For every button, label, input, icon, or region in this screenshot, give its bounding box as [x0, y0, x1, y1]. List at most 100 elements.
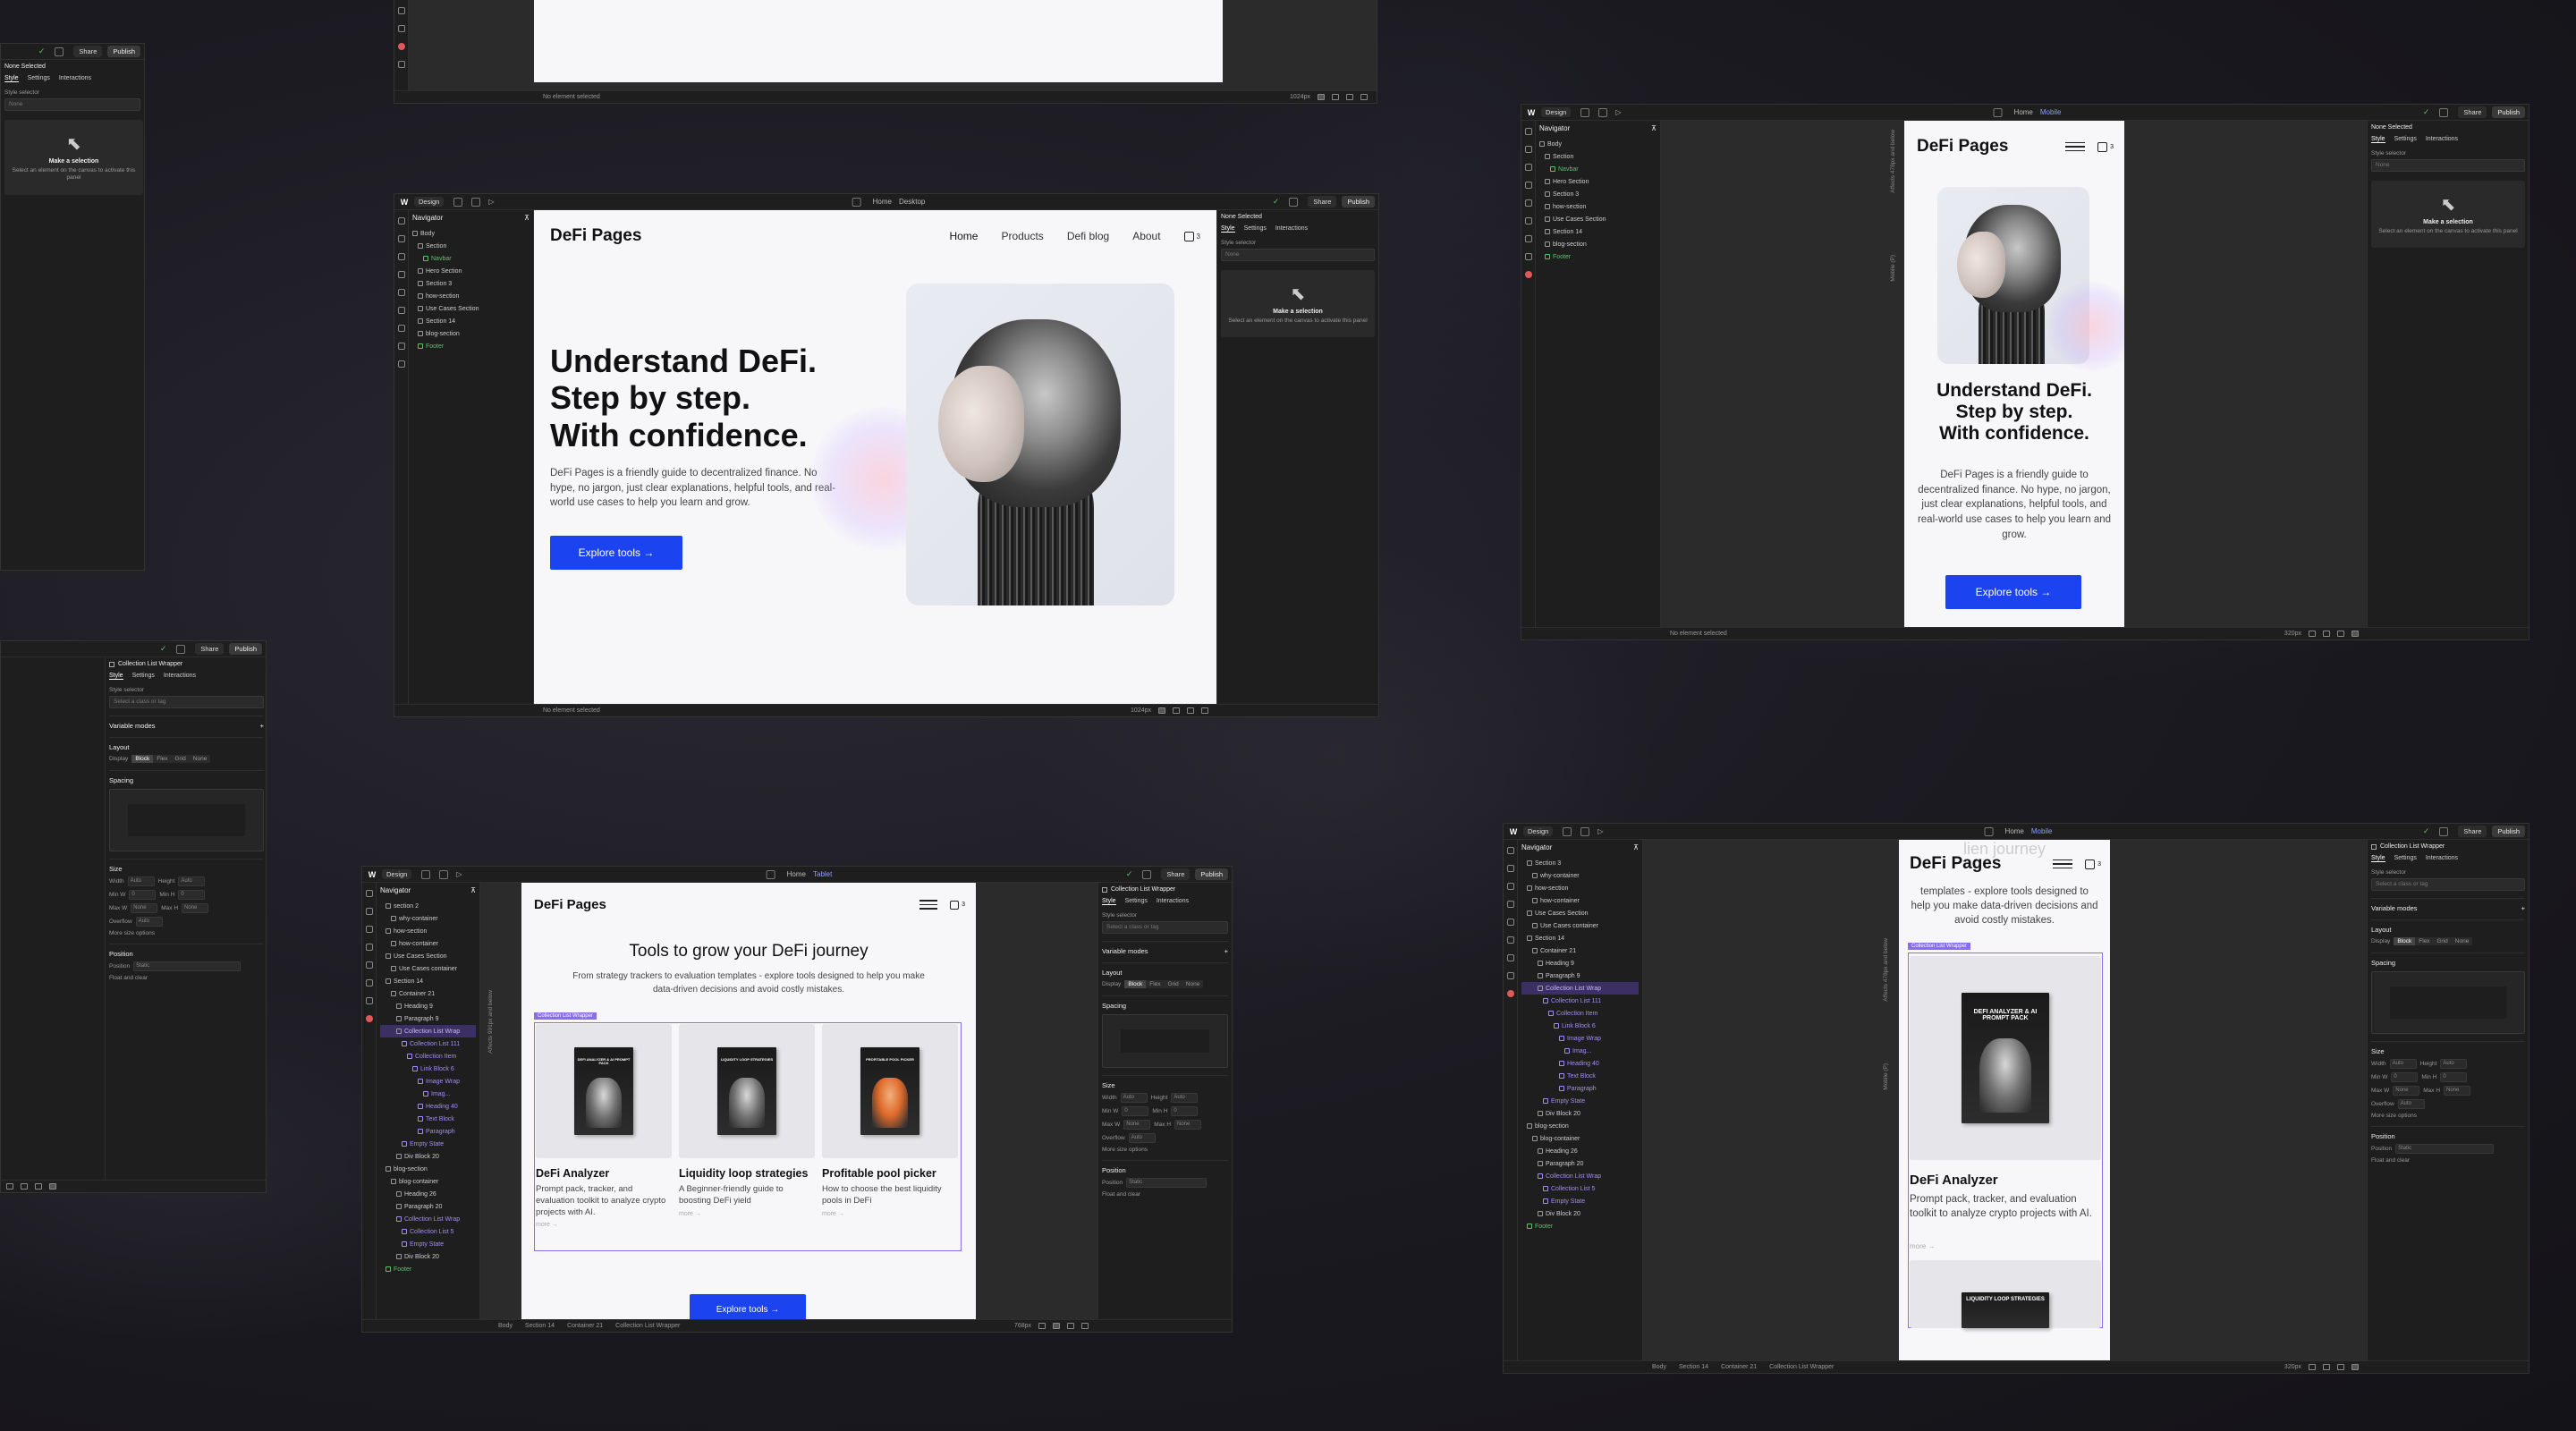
assets-icon[interactable] [397, 325, 405, 332]
breakpoint-landscape-icon[interactable] [2337, 1364, 2344, 1370]
variables-icon[interactable] [1506, 919, 1514, 926]
cart-icon[interactable]: 3 [950, 900, 965, 910]
navigator-icon[interactable] [1506, 883, 1514, 890]
play-icon[interactable]: ▷ [1597, 827, 1603, 835]
nav-tree-item[interactable]: Collection List 111 [380, 1037, 476, 1050]
breakpoint-label[interactable]: Tablet [813, 870, 832, 878]
breakpoint-desktop-icon[interactable] [2309, 631, 2316, 637]
globe-icon[interactable] [1984, 826, 1994, 836]
nav-tree-item[interactable]: why-container [1521, 869, 1639, 882]
components-icon[interactable] [365, 944, 373, 951]
display-toggle[interactable]: Block Flex Grid None [131, 755, 211, 763]
nav-link-blog[interactable]: Defi blog [1067, 230, 1109, 242]
menu-icon[interactable] [919, 900, 938, 910]
pin-icon[interactable]: ⊼ [1633, 843, 1639, 851]
pin-icon[interactable]: ⊼ [1651, 124, 1657, 132]
webflow-logo-icon[interactable]: W [362, 870, 382, 879]
more-size-row[interactable]: More size options [2371, 1113, 2525, 1119]
tab-interactions[interactable]: Interactions [164, 673, 196, 680]
pin-icon[interactable]: ⊼ [470, 886, 476, 894]
styles-icon[interactable] [397, 307, 405, 314]
nav-tree-item[interactable]: how-section [412, 290, 530, 302]
product-card[interactable]: LIQUIDITY LOOP STRATEGIES Liquidity loop … [679, 1024, 815, 1248]
record-icon[interactable] [365, 1015, 373, 1022]
class-input[interactable]: Select a class or tag [1102, 921, 1228, 934]
nav-tree-item[interactable]: Footer [380, 1263, 476, 1275]
comment-icon[interactable] [55, 47, 64, 56]
collection-list-wrapper-tag[interactable]: Collection List Wrapper [534, 1012, 597, 1020]
assets-icon[interactable] [1506, 954, 1514, 961]
display-toggle[interactable]: Block Flex Grid None [2394, 937, 2473, 945]
globe-icon[interactable] [766, 869, 775, 879]
comment-icon[interactable] [1142, 869, 1152, 879]
nav-tree-item[interactable]: Paragraph 20 [1521, 1157, 1639, 1170]
breadcrumb-item[interactable]: Container 21 [1721, 1364, 1757, 1370]
breakpoint-label[interactable]: Mobile [2031, 827, 2053, 835]
pages-icon[interactable] [1506, 865, 1514, 872]
nav-tree-item[interactable]: Section 14 [1521, 932, 1639, 944]
navigator-icon[interactable] [397, 253, 405, 260]
nav-tree-item[interactable]: Section 3 [412, 277, 530, 290]
breakpoint-mobile-icon[interactable] [1201, 707, 1208, 714]
styles-icon[interactable] [1524, 217, 1532, 224]
page-selector[interactable]: Home [787, 870, 806, 878]
breakpoint-label[interactable]: Mobile [2040, 108, 2062, 116]
product-card[interactable]: PROFITABLE POOL PICKER Profitable pool pi… [822, 1024, 958, 1248]
breakpoint-desktop-icon[interactable] [1158, 707, 1165, 714]
breakpoint-mobile-icon[interactable] [2351, 631, 2359, 637]
nav-tree-item[interactable]: Heading 9 [1521, 957, 1639, 970]
nav-tree-item[interactable]: Heading 40 [380, 1100, 476, 1113]
nav-tree-item[interactable]: Empty State [380, 1138, 476, 1150]
publish-button[interactable]: Publish [1342, 196, 1375, 207]
cms-icon[interactable] [1506, 972, 1514, 979]
breadcrumb-item[interactable]: Container 21 [567, 1323, 603, 1329]
cart-icon[interactable]: 3 [2085, 859, 2101, 869]
record-icon[interactable] [1524, 271, 1532, 278]
product-card-title[interactable]: DeFi Analyzer [536, 1167, 672, 1181]
variables-icon[interactable] [397, 289, 405, 296]
nav-tree-item[interactable]: Use Cases container [1521, 919, 1639, 932]
globe-icon[interactable] [852, 197, 861, 207]
breakpoint-desktop-icon[interactable] [6, 1183, 13, 1190]
tab-interactions[interactable]: Interactions [2426, 136, 2458, 143]
rail-icon[interactable] [397, 25, 405, 32]
settings-icon[interactable] [421, 869, 431, 879]
components-icon[interactable] [1506, 901, 1514, 908]
nav-tree-item[interactable]: Text Block [380, 1113, 476, 1125]
float-row[interactable]: Float and clear [2371, 1157, 2525, 1164]
breadcrumb-item[interactable]: Collection List Wrapper [1769, 1364, 1834, 1370]
nav-tree-item[interactable]: Paragraph 9 [380, 1012, 476, 1025]
product-card-title[interactable]: Liquidity loop strategies [679, 1167, 815, 1181]
nav-tree-item[interactable]: Footer [412, 340, 530, 352]
styles-icon[interactable] [1506, 936, 1514, 944]
breadcrumb-item[interactable]: Body [498, 1323, 513, 1329]
nav-tree-item[interactable]: Link Block 6 [1521, 1020, 1639, 1032]
more-size-row[interactable]: More size options [1102, 1147, 1228, 1153]
nav-tree-item[interactable]: Section 3 [1539, 188, 1657, 200]
play-icon[interactable]: ▷ [488, 198, 494, 206]
product-card[interactable]: DEFI ANALYZER & AI PROMPT PACK DeFi Analy… [536, 1024, 672, 1248]
navigator-icon[interactable] [365, 926, 373, 933]
tab-style[interactable]: Style [2371, 855, 2385, 862]
nav-tree-item[interactable]: Collection Item [380, 1050, 476, 1063]
tab-interactions[interactable]: Interactions [1157, 898, 1189, 905]
chart-icon[interactable] [1598, 107, 1608, 117]
pages-icon[interactable] [1524, 146, 1532, 153]
nav-tree-item[interactable]: blog-container [1521, 1132, 1639, 1145]
nav-tree-item[interactable]: Heading 26 [1521, 1145, 1639, 1157]
breakpoint-landscape-icon[interactable] [1067, 1323, 1074, 1329]
variables-icon[interactable] [1524, 199, 1532, 207]
nav-tree-item[interactable]: Heading 40 [1521, 1057, 1639, 1070]
explore-tools-button[interactable]: Explore tools → [1945, 575, 2081, 609]
cart-icon[interactable]: 3 [2097, 141, 2114, 152]
page-selector[interactable]: Home [2014, 108, 2033, 116]
nav-tree-item[interactable]: blog-container [380, 1175, 476, 1188]
nav-tree-item[interactable]: blog-section [1539, 238, 1657, 250]
variable-modes-section[interactable]: Variable modes + [1102, 941, 1228, 955]
breakpoint-desktop-icon[interactable] [1318, 94, 1325, 100]
page-selector[interactable]: Home [2005, 827, 2024, 835]
spacing-editor[interactable] [109, 789, 264, 851]
tab-interactions[interactable]: Interactions [59, 75, 91, 82]
style-selector-input[interactable]: None [2371, 159, 2525, 172]
rail-icon[interactable] [397, 61, 405, 68]
